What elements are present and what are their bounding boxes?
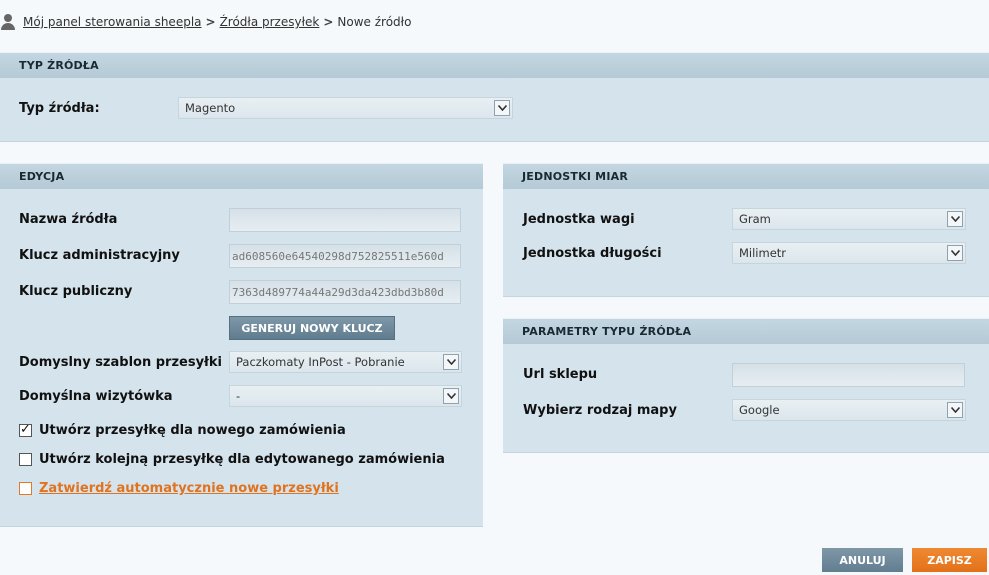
- source-type-panel: TYP ŹRÓDŁA Typ źródła: Magento: [0, 52, 989, 142]
- map-type-value: Google: [739, 403, 780, 417]
- edit-header: EDYCJA: [0, 163, 483, 189]
- admin-key-label: Klucz administracyjny: [19, 248, 180, 263]
- generate-key-button[interactable]: GENERUJ NOWY KLUCZ: [229, 316, 395, 340]
- units-panel: JEDNOSTKI MIAR Jednostka wagi Gram Jedno…: [503, 163, 989, 297]
- save-button[interactable]: ZAPISZ: [912, 548, 987, 572]
- breadcrumb-current: Nowe źródło: [337, 15, 412, 29]
- edit-panel: EDYCJA Nazwa źródła Klucz administracyjn…: [0, 163, 483, 527]
- check-label-new-order: Utwórz przesyłkę dla nowego zamówienia: [39, 423, 346, 438]
- source-type-label: Typ źródła:: [19, 101, 100, 116]
- card-label: Domyślna wizytówka: [19, 389, 173, 404]
- auto-confirm-link[interactable]: Zatwierdź automatycznie nowe przesyłki: [39, 481, 339, 496]
- length-unit-label: Jednostka długości: [523, 246, 662, 261]
- checkbox-edited-order[interactable]: [19, 453, 32, 466]
- params-header: PARAMETRY TYPU ŹRÓDŁA: [503, 318, 989, 344]
- weight-unit-label: Jednostka wagi: [523, 212, 635, 227]
- source-name-input[interactable]: [229, 208, 461, 232]
- length-unit-select[interactable]: Milimetr: [732, 242, 966, 264]
- chevron-right-icon: >: [323, 15, 334, 29]
- card-value: -: [236, 389, 241, 403]
- chevron-down-icon[interactable]: [494, 100, 510, 116]
- template-select[interactable]: Paczkomaty InPost - Pobranie: [229, 351, 462, 373]
- check-row-auto-confirm: Zatwierdź automatycznie nowe przesyłki: [19, 481, 339, 496]
- chevron-right-icon: >: [205, 15, 216, 29]
- chevron-down-icon[interactable]: [947, 402, 963, 418]
- params-panel: PARAMETRY TYPU ŹRÓDŁA Url sklepu Wybierz…: [503, 318, 989, 453]
- shop-url-label: Url sklepu: [523, 367, 598, 382]
- chevron-down-icon[interactable]: [947, 245, 963, 261]
- source-name-label: Nazwa źródła: [19, 212, 118, 227]
- breadcrumb: Mój panel sterowania sheepla > Źródła pr…: [0, 12, 411, 32]
- chevron-down-icon[interactable]: [443, 388, 459, 404]
- card-select[interactable]: -: [229, 385, 462, 407]
- checkbox-auto-confirm[interactable]: [19, 482, 32, 495]
- user-icon: [0, 14, 16, 30]
- length-unit-value: Milimetr: [739, 246, 787, 260]
- check-label-edited-order: Utwórz kolejną przesyłkę dla edytowanego…: [39, 452, 445, 467]
- weight-unit-value: Gram: [739, 212, 771, 226]
- source-type-select[interactable]: Magento: [178, 97, 513, 119]
- chevron-down-icon[interactable]: [947, 211, 963, 227]
- template-label: Domyslny szablon przesyłki: [19, 355, 222, 370]
- source-type-value: Magento: [185, 101, 236, 115]
- map-type-label: Wybierz rodzaj mapy: [523, 403, 677, 418]
- public-key-label: Klucz publiczny: [19, 284, 133, 299]
- map-type-select[interactable]: Google: [732, 399, 966, 421]
- breadcrumb-link-panel[interactable]: Mój panel sterowania sheepla: [23, 15, 202, 29]
- public-key-input[interactable]: 7363d489774a44a29d3da423dbd3b80d: [229, 280, 461, 304]
- check-row-edited-order: Utwórz kolejną przesyłkę dla edytowanego…: [19, 452, 445, 467]
- weight-unit-select[interactable]: Gram: [732, 208, 966, 230]
- units-header: JEDNOSTKI MIAR: [503, 163, 989, 189]
- template-value: Paczkomaty InPost - Pobranie: [236, 355, 405, 369]
- check-row-new-order: Utwórz przesyłkę dla nowego zamówienia: [19, 422, 346, 438]
- chevron-down-icon[interactable]: [443, 354, 459, 370]
- cancel-button[interactable]: ANULUJ: [822, 548, 903, 572]
- shop-url-input[interactable]: [732, 363, 965, 387]
- checkbox-new-order[interactable]: [19, 422, 32, 437]
- breadcrumb-link-sources[interactable]: Źródła przesyłek: [220, 15, 320, 29]
- admin-key-input[interactable]: ad608560e64540298d752825511e560d: [229, 244, 461, 268]
- source-type-header: TYP ŹRÓDŁA: [0, 52, 989, 78]
